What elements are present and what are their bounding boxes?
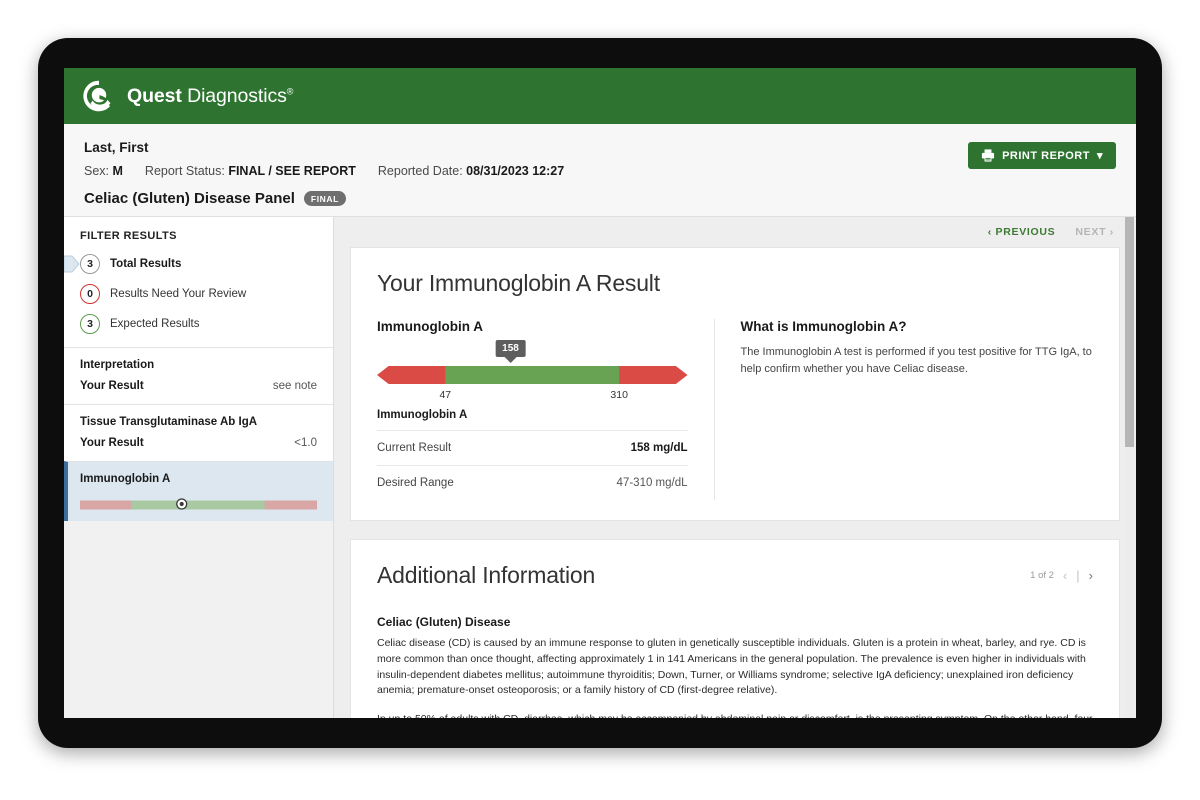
reference-range-gauge: 158 47 310 Immunoglobin A bbox=[377, 364, 688, 422]
result-measurements: Immunoglobin A 158 47 310 bbox=[377, 319, 714, 500]
content-area: FILTER RESULTS 3 Total Results 0 Results… bbox=[64, 217, 1136, 718]
filter-item-expected-results[interactable]: 3 Expected Results bbox=[80, 314, 317, 334]
your-result-value: <1.0 bbox=[294, 437, 317, 449]
result-card: Your Immunoglobin A Result Immunoglobin … bbox=[350, 247, 1120, 521]
additional-information-pager: 1 of 2 ‹ | › bbox=[1030, 568, 1093, 583]
gauge-tick-labels: 47 310 bbox=[377, 389, 688, 403]
printer-icon bbox=[981, 149, 995, 162]
sex-field: Sex: M bbox=[84, 164, 123, 178]
filter-label: Results Need Your Review bbox=[110, 288, 246, 300]
sidebar-section-row: Your Result <1.0 bbox=[80, 437, 317, 449]
registered-mark: ® bbox=[287, 86, 294, 96]
desired-range-value: 47-310 mg/dL bbox=[617, 477, 688, 489]
brand-wordmark: Quest Diagnostics® bbox=[127, 85, 293, 108]
filter-label: Expected Results bbox=[110, 318, 200, 330]
patient-header: Last, First Sex: M Report Status: FINAL … bbox=[64, 124, 1136, 217]
additional-information-header: Additional Information 1 of 2 ‹ | › bbox=[377, 562, 1093, 589]
result-explanation: What is Immunoglobin A? The Immunoglobin… bbox=[714, 319, 1093, 500]
your-result-label: Your Result bbox=[80, 380, 144, 392]
analyte-name: Immunoglobin A bbox=[377, 319, 688, 334]
filter-label: Total Results bbox=[110, 258, 181, 270]
reported-date-value: 08/31/2023 12:27 bbox=[466, 164, 564, 178]
gauge-tick-high: 310 bbox=[610, 389, 628, 401]
brand-header: Quest Diagnostics® bbox=[64, 68, 1136, 124]
sidebar-item-interpretation[interactable]: Interpretation Your Result see note bbox=[64, 347, 333, 404]
patient-name: Last, First bbox=[84, 140, 1116, 155]
gauge-analyte-label: Immunoglobin A bbox=[377, 409, 688, 421]
filter-item-total-results[interactable]: 3 Total Results bbox=[80, 254, 317, 274]
panel-title-row: Celiac (Gluten) Disease Panel FINAL bbox=[84, 190, 1116, 207]
filter-results-title: FILTER RESULTS bbox=[80, 230, 317, 242]
sidebar-section-row: Your Result see note bbox=[80, 380, 317, 392]
reported-date-field: Reported Date: 08/31/2023 12:27 bbox=[378, 164, 564, 178]
result-card-body: Immunoglobin A 158 47 310 bbox=[377, 319, 1093, 500]
sex-value: M bbox=[113, 164, 123, 178]
scrollbar-thumb[interactable] bbox=[1125, 217, 1134, 447]
additional-information-card: Additional Information 1 of 2 ‹ | › Celi… bbox=[350, 539, 1120, 718]
quest-swirl-logo-icon bbox=[82, 79, 116, 113]
result-marker-badge: 158 bbox=[495, 340, 526, 357]
sex-label: Sex: bbox=[84, 164, 109, 178]
result-pager-nav: ‹ PREVIOUS NEXT › bbox=[350, 217, 1120, 247]
page-prev-button[interactable]: ‹ bbox=[1063, 568, 1067, 583]
page-indicator: 1 of 2 bbox=[1030, 570, 1054, 581]
patient-meta: Sex: M Report Status: FINAL / SEE REPORT… bbox=[84, 164, 1116, 178]
brand-name-light: Diagnostics bbox=[182, 85, 287, 107]
report-status-label: Report Status: bbox=[145, 164, 225, 178]
sidebar-section-title: Interpretation bbox=[80, 359, 317, 371]
result-card-heading: Your Immunoglobin A Result bbox=[377, 270, 1093, 297]
celiac-disease-subheading: Celiac (Gluten) Disease bbox=[377, 615, 1093, 629]
filter-item-needs-review[interactable]: 0 Results Need Your Review bbox=[80, 284, 317, 304]
desired-range-label: Desired Range bbox=[377, 477, 454, 489]
sidebar-item-immunoglobin-a[interactable]: Immunoglobin A bbox=[64, 461, 333, 521]
print-report-label: PRINT REPORT bbox=[1002, 150, 1090, 162]
print-report-button[interactable]: PRINT REPORT ▾ bbox=[968, 142, 1116, 169]
desired-range-row: Desired Range 47-310 mg/dL bbox=[377, 465, 688, 500]
celiac-disease-paragraph-2: In up to 50% of adults with CD, diarrhea… bbox=[377, 712, 1093, 718]
chevron-down-icon: ▾ bbox=[1097, 149, 1103, 162]
report-status-field: Report Status: FINAL / SEE REPORT bbox=[145, 164, 356, 178]
filter-count-badge: 3 bbox=[80, 254, 100, 274]
gauge-tick-low: 47 bbox=[439, 389, 451, 401]
page-divider: | bbox=[1076, 568, 1079, 583]
active-filter-pointer-icon bbox=[64, 255, 80, 273]
current-result-value: 158 mg/dL bbox=[631, 442, 688, 454]
current-result-row: Current Result 158 mg/dL bbox=[377, 430, 688, 465]
current-result-label: Current Result bbox=[377, 442, 451, 454]
panel-title: Celiac (Gluten) Disease Panel bbox=[84, 190, 295, 207]
page-next-button[interactable]: › bbox=[1089, 568, 1093, 583]
report-status-value: FINAL / SEE REPORT bbox=[228, 164, 356, 178]
app-screen: Quest Diagnostics® Last, First Sex: M Re… bbox=[64, 68, 1136, 718]
filter-count-badge: 0 bbox=[80, 284, 100, 304]
additional-information-heading: Additional Information bbox=[377, 562, 595, 589]
brand-name-bold: Quest bbox=[127, 85, 182, 107]
celiac-disease-paragraph-1: Celiac disease (CD) is caused by an immu… bbox=[377, 636, 1093, 699]
main-panel: ‹ PREVIOUS NEXT › Your Immunoglobin A Re… bbox=[334, 217, 1136, 718]
sidebar-item-ttg-iga[interactable]: Tissue Transglutaminase Ab IgA Your Resu… bbox=[64, 404, 333, 461]
sidebar-section-title: Tissue Transglutaminase Ab IgA bbox=[80, 416, 317, 428]
sidebar: FILTER RESULTS 3 Total Results 0 Results… bbox=[64, 217, 334, 718]
next-result-button: NEXT › bbox=[1075, 226, 1114, 238]
your-result-label: Your Result bbox=[80, 437, 144, 449]
your-result-value: see note bbox=[273, 380, 317, 392]
filter-count-badge: 3 bbox=[80, 314, 100, 334]
tablet-device-frame: Quest Diagnostics® Last, First Sex: M Re… bbox=[38, 38, 1162, 748]
previous-result-button[interactable]: ‹ PREVIOUS bbox=[988, 226, 1056, 238]
sidebar-section-title: Immunoglobin A bbox=[80, 473, 317, 485]
filter-results-card: FILTER RESULTS 3 Total Results 0 Results… bbox=[64, 217, 333, 347]
explanation-heading: What is Immunoglobin A? bbox=[741, 319, 1093, 334]
explanation-text: The Immunoglobin A test is performed if … bbox=[741, 344, 1093, 378]
status-badge: FINAL bbox=[304, 191, 346, 206]
sidebar-mini-gauge bbox=[80, 498, 317, 509]
reported-date-label: Reported Date: bbox=[378, 164, 463, 178]
